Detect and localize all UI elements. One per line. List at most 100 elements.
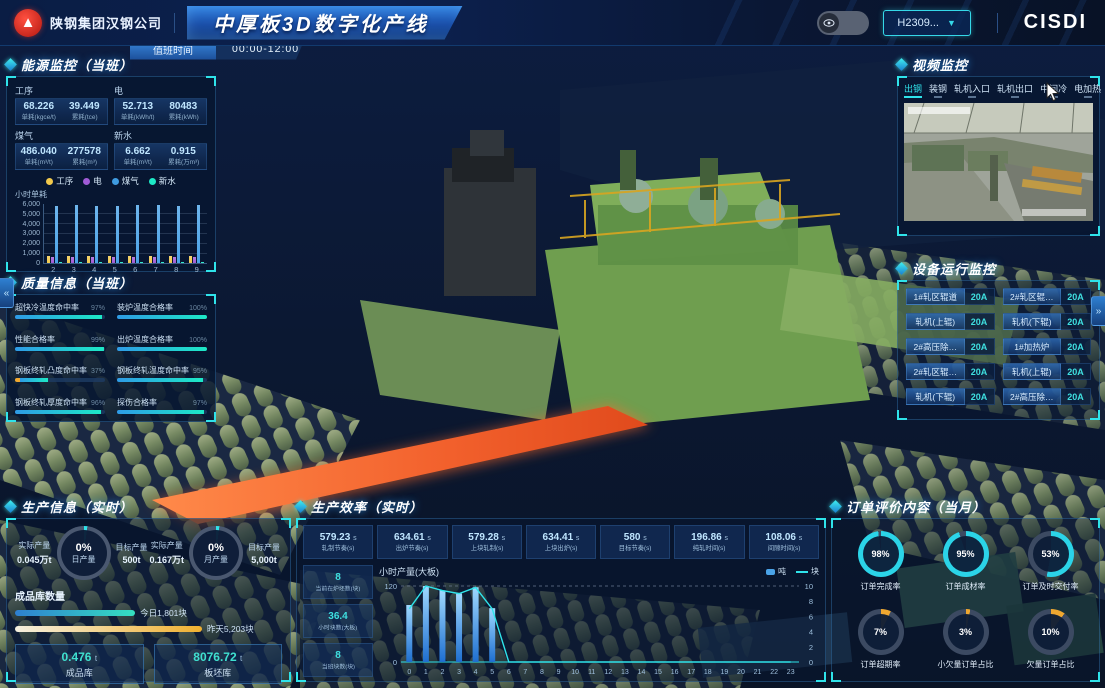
quality-percent: 95% (193, 368, 207, 375)
equipment-current-value: 20A (1061, 388, 1091, 405)
quality-item-head: 探伤合格率97% (117, 397, 207, 408)
svg-text:8: 8 (540, 669, 544, 676)
y-tick-label: 5,000 (15, 211, 40, 218)
stat-value: 634.61 s (394, 532, 431, 543)
quality-item: 钢板终轧凸度命中率37% (15, 365, 105, 382)
production-info-panel: 生产信息（实时） 实际产量0.045万t0%日产量目标产量500t实际产量0.1… (6, 496, 291, 682)
svg-text:3: 3 (457, 669, 461, 676)
donut-hole: 53% (1033, 536, 1069, 572)
bar (149, 256, 152, 263)
energy-value: 277578 (65, 146, 105, 157)
line-series (409, 586, 790, 662)
legend-line-icon (796, 571, 808, 573)
quality-label: 钢板终轧厚度命中率 (15, 397, 87, 408)
quality-item-head: 钢板终轧温度命中率95% (117, 365, 207, 376)
energy-group: 煤气486.040单耗(m³/t)277578累耗(m³) (15, 129, 108, 170)
stat-unit: s (724, 535, 728, 542)
svg-text:12: 12 (604, 669, 612, 676)
svg-text:0: 0 (393, 658, 397, 667)
energy-group-cells: 6.662单耗(m³/t)0.915累耗(万m³) (114, 143, 207, 170)
top-header: ▲ 陕钢集团汉钢公司 中厚板3D数字化产线 H2309... ▼ CISDI (0, 0, 1105, 46)
visibility-toggle[interactable] (817, 11, 869, 35)
efficiency-side-card: 8当前在炉坯数(块) (303, 565, 373, 599)
energy-unit-label: 单耗(kWh/t) (120, 112, 156, 121)
energy-bar-group (128, 205, 143, 263)
order-donut-cell: 98%订单完成率 (858, 531, 904, 592)
video-feed[interactable] (904, 103, 1093, 221)
stat-label: 出炉节奏(s) (396, 543, 429, 552)
quality-progress-track (15, 378, 105, 382)
equipment-item: 轧机(上辊)20A (1003, 363, 1092, 380)
svg-text:20: 20 (737, 669, 745, 676)
donut-gauge: 0%月产量 (189, 526, 243, 580)
energy-value: 6.662 (118, 146, 158, 157)
left-collapse-tab[interactable]: « (0, 278, 14, 308)
stat-value: 108.06 s (765, 532, 802, 543)
quality-label: 出炉温度合格率 (117, 334, 173, 345)
equipment-current-value: 20A (965, 313, 995, 330)
slab-stock-label: 板坯库 (204, 666, 231, 679)
donut-gauge: 7% (858, 609, 904, 655)
efficiency-stats-row: 579.23 s轧制节奏(s)634.61 s出炉节奏(s)579.28 s上块… (303, 525, 819, 559)
mouse-cursor (1046, 82, 1060, 102)
y-tick-label: 2,000 (15, 240, 40, 247)
efficiency-side-card: 36.4小时块数(大板) (303, 604, 373, 638)
energy-panel-body: 工序68.226单耗(kgce/t)39.449累耗(tce)电52.713单耗… (6, 76, 216, 272)
legend-dot-icon (149, 178, 156, 185)
energy-bar-chart (43, 204, 207, 264)
donut-hole: 10% (1033, 614, 1069, 650)
video-tab-装钢[interactable]: 装钢 (929, 82, 947, 98)
video-tab-电加热[interactable]: 电加热 (1074, 82, 1101, 98)
quality-info-panel: 质量信息（当班） 超快冷温度命中率97%装炉温度合格率100%性能合格率99%出… (6, 272, 216, 422)
bar (128, 256, 131, 263)
stock-title: 成品库数量 (15, 588, 282, 603)
production-panel-title: 生产信息（实时） (6, 496, 291, 516)
equipment-monitor-panel: 设备运行监控 1#轧区辊道20A2#轧区辊…20A轧机(上辊)20A轧机(下辊)… (897, 258, 1100, 420)
y-tick-label: 4,000 (15, 221, 40, 228)
heat-number-dropdown[interactable]: H2309... ▼ (883, 10, 971, 36)
quality-item-head: 钢板终轧厚度命中率96% (15, 397, 105, 408)
bar (75, 205, 78, 263)
equipment-current-value: 20A (1061, 288, 1091, 305)
svg-text:11: 11 (588, 669, 595, 676)
svg-text:23: 23 (787, 669, 795, 676)
legend-dot-icon (112, 178, 119, 185)
quality-progress-fill (15, 410, 101, 414)
brand-logo: CISDI (1024, 11, 1087, 34)
quality-label: 装炉温度合格率 (117, 302, 173, 313)
video-tab-出钢[interactable]: 出钢 (904, 82, 922, 98)
video-tab-轧机入口[interactable]: 轧机入口 (954, 82, 990, 98)
bar (95, 206, 98, 263)
slab-stock-card: 8076.72 t 板坯库 (154, 644, 283, 684)
efficiency-stat-card: 579.23 s轧制节奏(s) (303, 525, 373, 559)
energy-cell: 0.915累耗(万m³) (161, 144, 207, 169)
equipment-current-value: 20A (1061, 338, 1091, 355)
svg-text:10: 10 (571, 669, 579, 676)
energy-group: 新水6.662单耗(m³/t)0.915累耗(万m³) (114, 129, 207, 170)
quality-progress-fill (117, 378, 203, 382)
energy-group: 工序68.226单耗(kgce/t)39.449累耗(tce) (15, 84, 108, 125)
equipment-grid: 1#轧区辊道20A2#轧区辊…20A轧机(上辊)20A轧机(下辊)20A2#高压… (906, 288, 1091, 405)
bar (473, 587, 479, 662)
donut-gauge: 0%日产量 (57, 526, 111, 580)
legend-label: 煤气 (122, 175, 139, 187)
energy-group-cells: 486.040单耗(m³/t)277578累耗(m³) (15, 143, 108, 170)
video-tab-轧机出口[interactable]: 轧机出口 (997, 82, 1033, 98)
svg-text:4: 4 (474, 669, 478, 676)
stat-label: 纯轧时间(s) (693, 543, 726, 552)
quality-item-head: 装炉温度合格率100% (117, 302, 207, 313)
right-collapse-tab[interactable]: » (1091, 296, 1105, 326)
bar (189, 256, 192, 263)
legend-item: 电 (83, 175, 102, 187)
energy-bar-group (87, 206, 102, 263)
energy-unit-label: 累耗(tce) (66, 112, 102, 121)
orders-donut-grid: 98%订单完成率95%订单成材率53%订单及时交付率7%订单超期率3%小欠量订单… (840, 526, 1091, 674)
energy-group-name: 工序 (15, 84, 108, 97)
quality-item-head: 超快冷温度命中率97% (15, 302, 105, 313)
legend-item: 新水 (149, 175, 176, 187)
order-donut-label: 订单完成率 (861, 581, 901, 592)
unit: t (240, 654, 242, 663)
equipment-name: 2#高压除… (906, 338, 965, 355)
video-tabs: 出钢装钢轧机入口轧机出口中间冷电加热 (904, 82, 1093, 98)
order-donut-cell: 53%订单及时交付率 (1023, 531, 1079, 592)
